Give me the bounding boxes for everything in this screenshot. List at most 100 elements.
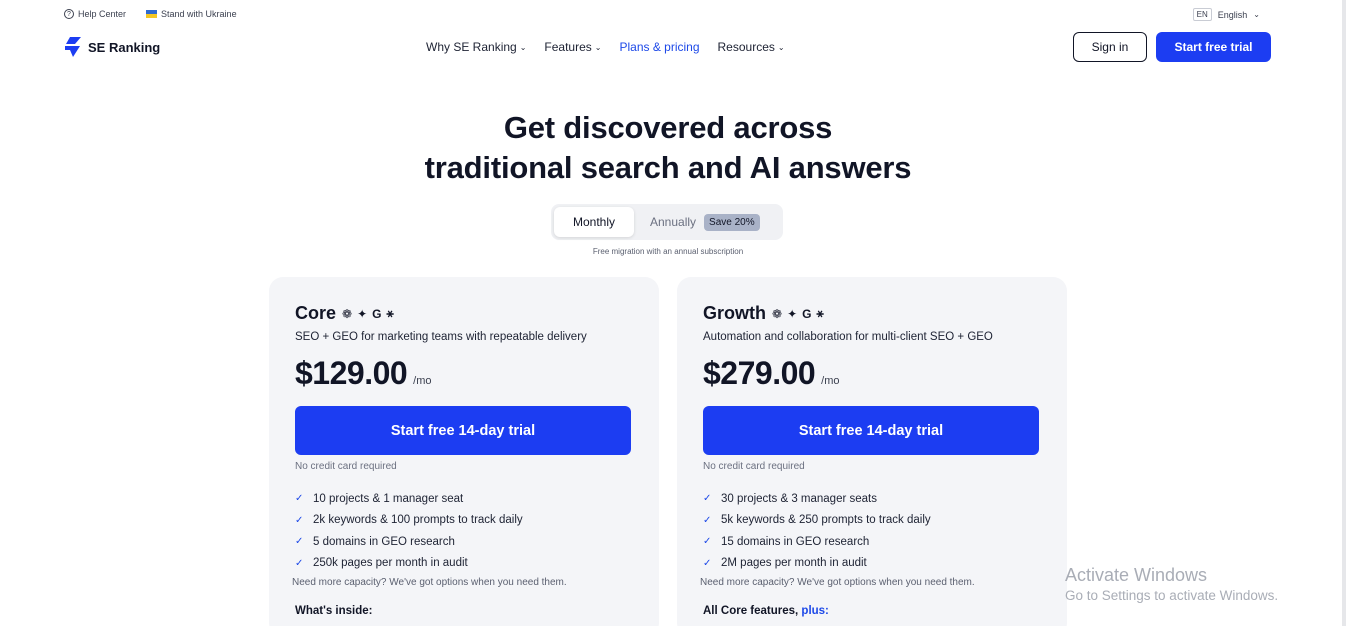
feature-list: ✓ 30 projects & 3 manager seats ✓ 5k keywo… <box>703 488 931 574</box>
perplexity-icon: ⚹ <box>816 306 824 320</box>
google-icon: G <box>802 306 812 321</box>
start-trial-button[interactable]: Start free 14-day trial <box>295 406 631 455</box>
check-icon: ✓ <box>703 536 712 548</box>
plan-name: Core <box>295 303 337 323</box>
whats-inside-heading: What's inside: <box>295 605 373 617</box>
plan-price: $129.00 <box>295 355 408 391</box>
main-nav: Why SE Ranking ⌄ Features ⌄ Plans & pric… <box>426 40 785 54</box>
gemini-icon: ✦ <box>787 306 798 321</box>
nav-label: Why SE Ranking <box>426 40 517 54</box>
watermark-title: Activate Windows <box>1065 565 1208 585</box>
price-row: $279.00 /mo <box>703 355 840 392</box>
feature-item: ✓ 10 projects & 1 manager seat <box>295 488 523 510</box>
plan-card-growth: Growth ❁ ✦ G ⚹ Automation and collaborat… <box>677 277 1067 626</box>
title-line-1: Get discovered across <box>503 110 833 145</box>
utility-bar: ? Help Center Stand with Ukraine <box>64 9 237 19</box>
plan-period: /mo <box>413 375 432 387</box>
capacity-note: Need more capacity? We've got options wh… <box>700 577 975 588</box>
title-line-2: traditional search and AI answers <box>424 150 912 185</box>
feature-item: ✓ 2k keywords & 100 prompts to track dail… <box>295 510 523 532</box>
plan-period: /mo <box>821 375 840 387</box>
chatgpt-icon: ❁ <box>342 306 353 321</box>
feature-text: 5k keywords & 250 prompts to track daily <box>721 514 931 527</box>
no-card-note: No credit card required <box>703 461 805 472</box>
help-center-link[interactable]: ? Help Center <box>64 9 126 19</box>
feature-text: 30 projects & 3 manager seats <box>721 492 877 505</box>
sign-in-button[interactable]: Sign in <box>1073 32 1147 62</box>
check-icon: ✓ <box>703 493 712 505</box>
inside-heading-text: What's inside: <box>295 605 373 617</box>
check-icon: ✓ <box>295 557 304 569</box>
plan-header: Core ❁ ✦ G ⚹ <box>295 303 394 324</box>
perplexity-icon: ⚹ <box>386 306 394 320</box>
nav-resources[interactable]: Resources ⌄ <box>718 40 785 54</box>
all-core-features-heading: All Core features, plus: <box>703 605 829 617</box>
price-row: $129.00 /mo <box>295 355 432 392</box>
watermark-subtitle: Go to Settings to activate Windows. <box>1065 588 1279 603</box>
feature-item: ✓ 5k keywords & 250 prompts to track dail… <box>703 510 931 532</box>
chevron-down-icon: ⌄ <box>1253 10 1260 19</box>
check-icon: ✓ <box>295 536 304 548</box>
ukraine-flag-icon <box>146 10 158 18</box>
check-icon: ✓ <box>295 514 304 526</box>
chevron-down-icon: ⌄ <box>777 43 785 52</box>
save-badge: Save 20% <box>704 213 760 231</box>
nav-features[interactable]: Features ⌄ <box>544 40 601 54</box>
language-label: English <box>1217 9 1248 20</box>
logo[interactable]: SE Ranking <box>64 37 160 57</box>
nav-label: Plans & pricing <box>619 40 700 54</box>
plan-header: Growth ❁ ✦ G ⚹ <box>703 303 824 324</box>
feature-list: ✓ 10 projects & 1 manager seat ✓ 2k keywor… <box>295 488 523 574</box>
logo-text: SE Ranking <box>88 39 161 55</box>
chevron-down-icon: ⌄ <box>594 43 602 52</box>
check-icon: ✓ <box>703 514 712 526</box>
inside-heading-text: All Core features, <box>703 605 802 617</box>
feature-text: 250k pages per month in audit <box>313 557 468 570</box>
billing-toggle: Monthly Annually Save 20% <box>551 204 783 240</box>
help-icon: ? <box>64 9 74 19</box>
ai-platform-icons: ❁ ✦ G ⚹ <box>342 306 394 321</box>
language-selector[interactable]: EN English ⌄ <box>1192 8 1260 21</box>
nav-plans-pricing[interactable]: Plans & pricing <box>619 40 699 54</box>
chevron-down-icon: ⌄ <box>519 43 527 52</box>
feature-item: ✓ 30 projects & 3 manager seats <box>703 488 931 510</box>
page-title: Get discovered across traditional search… <box>0 108 1336 188</box>
plan-description: Automation and collaboration for multi-c… <box>703 331 993 343</box>
nav-why-se-ranking[interactable]: Why SE Ranking ⌄ <box>426 40 526 54</box>
start-free-trial-button[interactable]: Start free trial <box>1156 32 1271 62</box>
check-icon: ✓ <box>703 557 712 569</box>
ukraine-link[interactable]: Stand with Ukraine <box>146 9 237 19</box>
help-center-label: Help Center <box>78 9 127 19</box>
page-scrollbar[interactable] <box>1342 0 1346 626</box>
ukraine-label: Stand with Ukraine <box>161 9 237 19</box>
plan-card-core: Core ❁ ✦ G ⚹ SEO + GEO for marketing tea… <box>269 277 659 626</box>
nav-label: Resources <box>717 40 775 54</box>
feature-text: 2M pages per month in audit <box>721 557 867 570</box>
feature-text: 5 domains in GEO research <box>313 535 455 548</box>
feature-item: ✓ 250k pages per month in audit <box>295 553 523 575</box>
capacity-note: Need more capacity? We've got options wh… <box>292 577 567 588</box>
logo-icon <box>65 37 81 57</box>
feature-item: ✓ 15 domains in GEO research <box>703 531 931 553</box>
no-card-note: No credit card required <box>295 461 397 472</box>
language-code: EN <box>1192 8 1212 21</box>
monthly-option[interactable]: Monthly <box>554 207 634 237</box>
nav-label: Features <box>544 40 592 54</box>
plan-name: Growth <box>703 303 766 323</box>
feature-item: ✓ 2M pages per month in audit <box>703 553 931 575</box>
feature-text: 2k keywords & 100 prompts to track daily <box>313 514 523 527</box>
check-icon: ✓ <box>295 493 304 505</box>
feature-item: ✓ 5 domains in GEO research <box>295 531 523 553</box>
plan-price: $279.00 <box>703 355 816 391</box>
ai-platform-icons: ❁ ✦ G ⚹ <box>772 306 824 321</box>
gemini-icon: ✦ <box>357 306 368 321</box>
migration-note: Free migration with an annual subscripti… <box>592 247 744 256</box>
google-icon: G <box>372 306 382 321</box>
annually-option[interactable]: Annually Save 20% <box>650 213 760 231</box>
chatgpt-icon: ❁ <box>772 306 783 321</box>
feature-text: 15 domains in GEO research <box>721 535 870 548</box>
start-trial-button[interactable]: Start free 14-day trial <box>703 406 1039 455</box>
windows-activation-watermark: Activate Windows Go to Settings to activ… <box>1065 564 1278 605</box>
inside-plus-text: plus: <box>801 605 829 617</box>
annually-label: Annually <box>650 215 697 229</box>
